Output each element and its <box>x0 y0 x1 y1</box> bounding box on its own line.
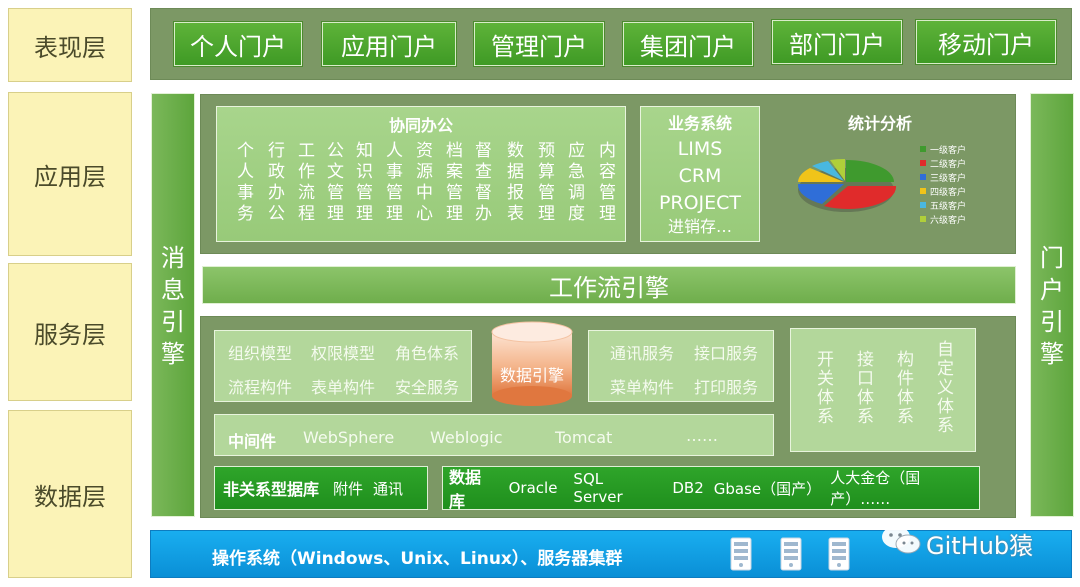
database-label: 数据库 <box>449 468 482 511</box>
business-system-list: LIMS CRM PROJECT 进销存… <box>640 136 760 237</box>
biz-item-inventory: 进销存… <box>667 217 732 236</box>
svc-security-service: 安全服务 <box>395 378 460 397</box>
os-bar-label: 操作系统（Windows、Unix、Linux）、服务器集群 <box>212 549 623 569</box>
collab-module-12: 内容管理 <box>595 141 615 225</box>
collab-module-10: 预算管理 <box>534 141 554 225</box>
layer-label-presentation: 表现层 <box>8 8 132 82</box>
svc-process-component: 流程构件 <box>228 378 293 397</box>
collab-module-8: 督查督办 <box>471 141 491 225</box>
portal-application[interactable]: 应用门户 <box>322 22 456 66</box>
business-system-title: 业务系统 <box>667 114 732 133</box>
system-framework-0: 开关体系 <box>813 350 833 426</box>
svc-form-component: 表单构件 <box>311 378 376 397</box>
portal-personal[interactable]: 个人门户 <box>174 22 302 66</box>
server-icon <box>780 537 802 571</box>
portal-management[interactable]: 管理门户 <box>474 22 604 66</box>
portal-mobile[interactable]: 移动门户 <box>916 20 1056 64</box>
system-framework-1: 接口体系 <box>853 350 873 426</box>
server-icon <box>828 537 850 571</box>
db-kingbase: 人大金仓（国产）…… <box>830 469 921 508</box>
svc-org-model: 组织模型 <box>228 344 293 363</box>
collab-module-7: 档案管理 <box>442 141 462 225</box>
wechat-icon <box>882 526 921 554</box>
server-icon <box>730 537 752 571</box>
db-gbase: Gbase（国产） <box>713 479 822 498</box>
stats-legend: 一级客户 二级客户 三级客户 四级客户 五级客户 六级客户 <box>920 142 966 226</box>
system-framework-3: 自定义体系 <box>933 340 953 435</box>
legend-item: 二级客户 <box>920 156 966 170</box>
nosql-label: 非关系型据库 <box>223 480 320 499</box>
middleware-websphere: WebSphere <box>303 428 395 447</box>
db-oracle: Oracle <box>508 479 558 497</box>
collab-module-2: 工作流程 <box>294 141 314 225</box>
nosql-box: 非关系型据库 附件 通讯 <box>214 466 428 510</box>
legend-item: 四级客户 <box>920 184 966 198</box>
svc-menu-component: 菜单构件 <box>610 378 675 397</box>
collab-module-0: 个人事务 <box>233 141 253 225</box>
biz-item-project: PROJECT <box>658 192 742 214</box>
database-box: 数据库 Oracle SQL Server DB2 Gbase（国产） 人大金仓… <box>442 466 980 511</box>
legend-item: 三级客户 <box>920 170 966 184</box>
pie-slice-level1 <box>846 160 894 182</box>
db-db2: DB2 <box>672 479 704 497</box>
biz-item-crm: CRM <box>678 165 722 187</box>
collab-module-9: 数据报表 <box>503 141 523 225</box>
workflow-engine-bar: 工作流引擎 <box>202 266 1016 304</box>
layer-label-service: 服务层 <box>8 263 132 401</box>
collab-office-title: 协同办公 <box>388 116 453 135</box>
legend-item: 一级客户 <box>920 142 966 156</box>
nosql-communication: 通讯 <box>373 479 404 498</box>
portal-group[interactable]: 集团门户 <box>623 22 753 66</box>
system-framework-2: 构件体系 <box>893 350 913 426</box>
collab-module-1: 行政办公 <box>264 141 284 225</box>
middleware-label: 中间件 <box>228 432 277 451</box>
portal-engine: 门 户 引 擎 <box>1030 93 1074 517</box>
data-engine-label: 数据引擎 <box>499 366 564 385</box>
collab-module-5: 人事管理 <box>382 141 402 225</box>
message-engine: 消 息 引 擎 <box>151 93 195 517</box>
legend-item: 六级客户 <box>920 212 966 226</box>
stats-pie-chart <box>797 158 897 212</box>
collab-module-4: 知识管理 <box>352 141 372 225</box>
layer-label-application: 应用层 <box>8 92 132 256</box>
layer-label-data: 数据层 <box>8 410 132 578</box>
svc-print: 打印服务 <box>694 378 759 397</box>
middleware-tomcat: Tomcat <box>555 428 613 447</box>
svc-interface: 接口服务 <box>694 344 759 363</box>
db-sqlserver: SQL Server <box>573 470 623 506</box>
legend-item: 五级客户 <box>920 198 966 212</box>
middleware-weblogic: Weblogic <box>430 428 503 447</box>
stats-title: 统计分析 <box>847 114 912 133</box>
portal-department[interactable]: 部门门户 <box>772 20 902 64</box>
svc-messaging: 通讯服务 <box>610 344 675 363</box>
nosql-attachment: 附件 <box>333 479 364 498</box>
collab-module-11: 应急调度 <box>564 141 584 225</box>
svc-permission-model: 权限模型 <box>311 344 376 363</box>
watermark-text: GitHub猿 <box>926 532 1034 560</box>
middleware-more: …… <box>686 426 718 445</box>
collab-module-3: 公文管理 <box>323 141 343 225</box>
svc-role-system: 角色体系 <box>395 344 460 363</box>
biz-item-lims: LIMS <box>677 138 723 160</box>
collab-module-6: 资源中心 <box>412 141 432 225</box>
